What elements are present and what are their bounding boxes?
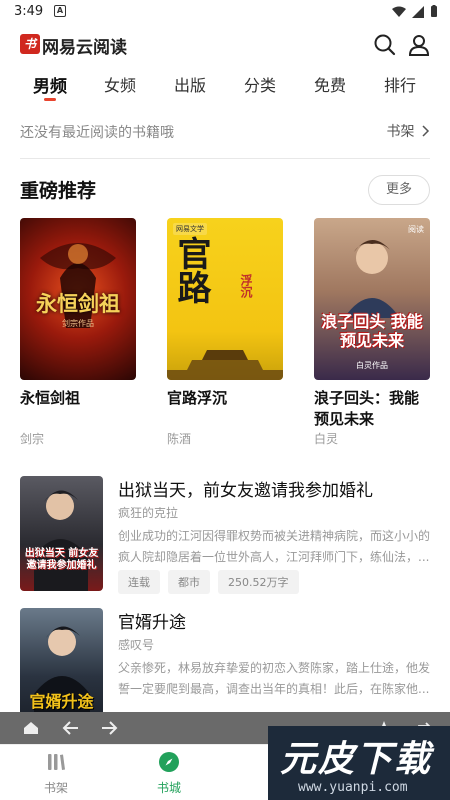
cover-subtitle: 剑宗作品 <box>62 319 94 328</box>
book-cover: 阅读 浪子回头 我能预见未来 白灵作品 <box>314 218 430 380</box>
book-title: 浪子回头：我能预见未来 <box>314 389 420 428</box>
watermark-url: www.yuanpi.com <box>298 780 408 795</box>
book-title: 永恒剑祖 <box>20 389 81 407</box>
featured-book[interactable]: 阅读 浪子回头 我能预见未来 白灵作品 浪子回头：我能预见未来 白灵 <box>314 218 430 446</box>
cover-brand: 网易文学 <box>173 223 207 235</box>
cover-title: 永恒剑祖 <box>36 291 120 316</box>
watermark-logo: 元皮下载 www.yuanpi.com <box>268 726 450 800</box>
book-cover: 官婿升途 <box>20 608 103 723</box>
forward-arrow-icon[interactable] <box>100 721 118 735</box>
book-author: 陈酒 <box>167 432 192 446</box>
watermark-main-text: 元皮下载 <box>280 739 433 780</box>
cover-subtitle: 浮沉 <box>239 274 253 298</box>
book-description: 父亲惨死，林易放弃挚爱的初恋入赘陈家，踏上仕途，他发誓一定要爬到最高，调查出当年… <box>118 661 430 696</box>
book-description: 创业成功的江河因得罪权势而被关进精神病院，而这小小的疯人院却隐居着一位世外高人，… <box>118 529 430 564</box>
palace-illustration <box>167 350 283 380</box>
book-author: 白灵 <box>314 432 339 446</box>
bookshelf-link-label: 书架 <box>386 124 415 140</box>
app-header: 书 网易云阅读 <box>0 24 450 66</box>
back-arrow-icon[interactable] <box>62 721 80 735</box>
book-author: 剑宗 <box>20 432 45 446</box>
nav-bookstore[interactable]: 书城 <box>139 751 199 796</box>
cover-title: 浪子回头 我能预见未来 <box>321 312 423 350</box>
cover-title: 官婿升途 <box>29 692 94 711</box>
tag-status: 连载 <box>118 570 160 594</box>
compass-icon <box>159 752 179 772</box>
book-cover: 网易文学 官路 浮沉 <box>167 218 283 380</box>
tab-free[interactable]: 免费 <box>314 72 346 96</box>
character-illustration <box>34 490 88 591</box>
divider <box>20 158 430 159</box>
chevron-right-icon <box>422 125 430 137</box>
book-author: 感叹号 <box>118 638 155 652</box>
home-icon[interactable] <box>22 720 40 736</box>
tab-publish[interactable]: 出版 <box>174 72 206 96</box>
more-button[interactable]: 更多 <box>368 175 430 205</box>
tab-ranking[interactable]: 排行 <box>384 72 416 96</box>
tab-male[interactable]: 男频 <box>33 72 67 97</box>
status-bar: 3:49 A <box>0 0 450 24</box>
bookshelf-link[interactable]: 书架 <box>387 121 430 141</box>
tag-wordcount: 250.52万字 <box>218 570 299 594</box>
wifi-icon <box>392 6 406 17</box>
book-cover: 永恒剑祖 剑宗作品 <box>20 218 136 380</box>
featured-book[interactable]: 网易文学 官路 浮沉 官路浮沉 陈酒 <box>167 218 283 446</box>
nav-bookshelf[interactable]: 书架 <box>26 751 86 796</box>
notification-icon: A <box>54 5 66 17</box>
tag-genre: 都市 <box>168 570 210 594</box>
tab-category[interactable]: 分类 <box>244 72 276 96</box>
bookshelf-icon <box>48 754 65 770</box>
nav-label: 书架 <box>43 781 68 795</box>
featured-book[interactable]: 永恒剑祖 剑宗作品 永恒剑祖 剑宗 <box>20 218 136 446</box>
book-author: 疯狂的克拉 <box>118 506 179 520</box>
status-time: 3:49 <box>14 4 44 19</box>
signal-icon <box>412 5 424 18</box>
recent-reading-row: 还没有最近阅读的书籍哦 书架 <box>20 118 430 146</box>
book-title: 出狱当天，前女友邀请我参加婚礼 <box>118 481 373 501</box>
character-illustration <box>344 240 400 318</box>
battery-icon <box>431 5 437 17</box>
cover-subtitle: 白灵作品 <box>356 361 388 370</box>
section-title: 重磅推荐 <box>20 180 97 202</box>
active-tab-indicator <box>44 98 56 101</box>
tab-female[interactable]: 女频 <box>104 72 136 96</box>
category-tabs: 男频 女频 出版 分类 免费 排行 <box>0 66 450 106</box>
recent-empty-text: 还没有最近阅读的书籍哦 <box>20 125 174 141</box>
nav-label: 书城 <box>156 781 181 795</box>
cover-title: 官路 <box>171 236 211 304</box>
list-item[interactable]: 出狱当天 前女友邀请我参加婚礼 出狱当天，前女友邀请我参加婚礼 疯狂的克拉 创业… <box>20 476 430 596</box>
app-name: 网易云阅读 <box>42 38 127 58</box>
app-logo-icon: 书 <box>20 34 40 54</box>
book-title: 官路浮沉 <box>167 389 228 407</box>
book-cover: 出狱当天 前女友邀请我参加婚礼 <box>20 476 103 591</box>
search-icon[interactable] <box>372 32 398 58</box>
book-title: 官婿升途 <box>118 613 186 633</box>
list-item[interactable]: 官婿升途 官婿升途 感叹号 父亲惨死，林易放弃挚爱的初恋入赘陈家，踏上仕途，他发… <box>20 608 430 723</box>
user-profile-icon[interactable] <box>406 32 432 58</box>
book-tags: 连载 都市 250.52万字 <box>118 570 299 594</box>
cover-title: 出狱当天 前女友邀请我参加婚礼 <box>24 548 99 571</box>
